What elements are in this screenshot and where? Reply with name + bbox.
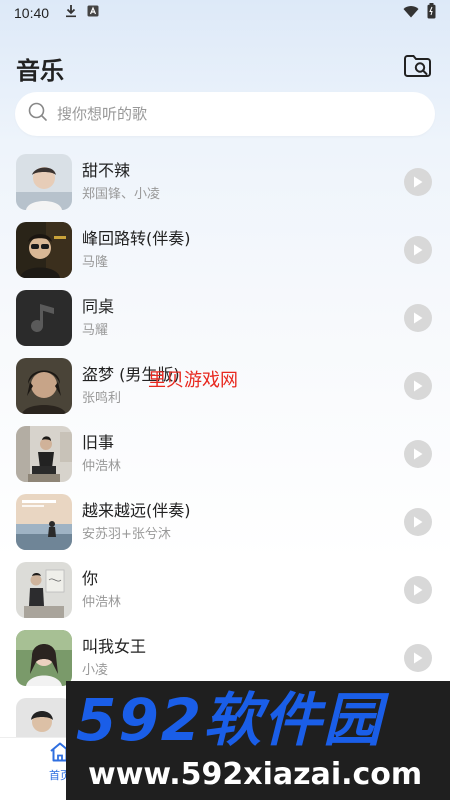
play-button[interactable] xyxy=(404,236,432,264)
play-icon xyxy=(413,581,423,600)
song-artist: 张鸣利 xyxy=(82,390,122,406)
folder-search-button[interactable] xyxy=(402,52,434,84)
song-title: 同桌 xyxy=(82,296,115,316)
song-artist: 小凌 xyxy=(82,662,109,678)
song-info: 峰回路转(伴奏) 马隆 xyxy=(82,228,404,273)
album-cover xyxy=(16,358,72,414)
play-button[interactable] xyxy=(404,440,432,468)
song-title: 盗梦 (男生版) xyxy=(82,364,180,384)
album-cover xyxy=(16,154,72,210)
album-cover xyxy=(16,494,72,550)
song-title: 甜不辣 xyxy=(82,160,131,180)
song-title: 你 xyxy=(82,568,99,588)
song-artist: 马耀 xyxy=(82,322,109,338)
battery-icon xyxy=(427,3,436,23)
song-artist: 郑国锋、小凌 xyxy=(82,186,161,202)
play-icon xyxy=(413,377,423,396)
play-button[interactable] xyxy=(404,304,432,332)
song-info: 叫我女王 小凌 xyxy=(82,636,404,681)
song-info: 盗梦 (男生版) 张鸣利 xyxy=(82,364,404,409)
song-row[interactable]: 同桌 马耀 xyxy=(0,284,450,352)
album-cover xyxy=(16,290,72,346)
song-info: 你 仲浩林 xyxy=(82,568,404,613)
song-artist: 仲浩林 xyxy=(82,594,122,610)
song-title: 峰回路转(伴奏) xyxy=(82,228,191,248)
song-info: 甜不辣 郑国锋、小凌 xyxy=(82,160,404,205)
status-bar: 10:40 xyxy=(0,0,450,26)
notification-a-icon xyxy=(87,5,99,21)
song-list: 甜不辣 郑国锋、小凌 峰回路转(伴奏) 马隆 同桌 马耀 盗梦 (男生版) 张鸣… xyxy=(0,148,450,760)
album-cover xyxy=(16,222,72,278)
song-info: 同桌 马耀 xyxy=(82,296,404,341)
song-artist: 马隆 xyxy=(82,254,109,270)
page-title: 音乐 xyxy=(16,56,64,85)
play-icon xyxy=(413,173,423,192)
song-row[interactable]: 旧事 仲浩林 xyxy=(0,420,450,488)
brand-url: www.592xiazai.com xyxy=(88,757,423,792)
header: 音乐 xyxy=(0,46,450,90)
album-cover xyxy=(16,630,72,686)
play-button[interactable] xyxy=(404,644,432,672)
song-row[interactable]: 甜不辣 郑国锋、小凌 xyxy=(0,148,450,216)
play-button[interactable] xyxy=(404,508,432,536)
folder-search-icon xyxy=(403,53,433,83)
play-icon xyxy=(413,241,423,260)
song-artist: 仲浩林 xyxy=(82,458,122,474)
song-title: 越来越远(伴奏) xyxy=(82,500,191,520)
album-cover xyxy=(16,426,72,482)
download-icon xyxy=(65,4,77,22)
song-artist: 安苏羽+张兮沐 xyxy=(82,526,171,542)
wifi-icon xyxy=(403,5,419,22)
brand-banner: 592软件园 www.592xiazai.com xyxy=(66,681,450,800)
song-row[interactable]: 越来越远(伴奏) 安苏羽+张兮沐 xyxy=(0,488,450,556)
song-row[interactable]: 峰回路转(伴奏) 马隆 xyxy=(0,216,450,284)
album-cover xyxy=(16,562,72,618)
status-time: 10:40 xyxy=(14,5,50,21)
play-icon xyxy=(413,309,423,328)
status-left-icons xyxy=(65,4,99,22)
play-button[interactable] xyxy=(404,372,432,400)
search-icon xyxy=(27,101,49,127)
brand-logo-text: 592软件园 xyxy=(76,686,384,754)
play-icon xyxy=(413,649,423,668)
play-icon xyxy=(413,513,423,532)
song-info: 旧事 仲浩林 xyxy=(82,432,404,477)
red-watermark: 里贝游戏网 xyxy=(148,370,238,391)
status-right-icons xyxy=(403,3,436,23)
play-button[interactable] xyxy=(404,576,432,604)
play-icon xyxy=(413,445,423,464)
search-bar[interactable] xyxy=(15,92,435,136)
song-info: 越来越远(伴奏) 安苏羽+张兮沐 xyxy=(82,500,404,545)
play-button[interactable] xyxy=(404,168,432,196)
search-input[interactable] xyxy=(57,105,397,123)
song-title: 叫我女王 xyxy=(82,636,147,656)
song-row[interactable]: 你 仲浩林 xyxy=(0,556,450,624)
song-title: 旧事 xyxy=(82,432,115,452)
